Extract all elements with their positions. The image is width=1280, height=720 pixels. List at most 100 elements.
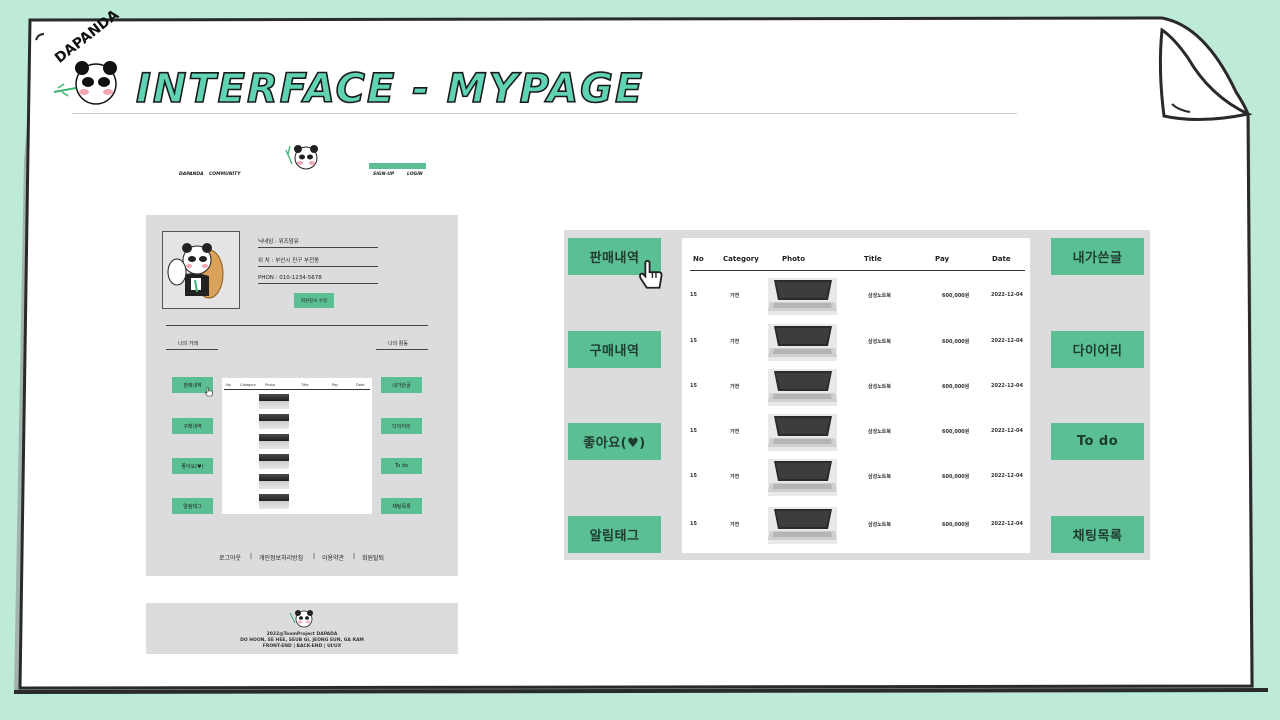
- mini-header-photo: Photo: [265, 383, 275, 387]
- hand-cursor-icon: [639, 259, 663, 289]
- chat-list-button[interactable]: 채팅목록: [1051, 516, 1144, 553]
- likes-button[interactable]: 좋아요(♥): [568, 423, 661, 460]
- laptop-photo-thumbnail[interactable]: [768, 507, 837, 544]
- mini-row-thumb: [259, 474, 289, 489]
- mini-my-posts-button[interactable]: 내가쓴글: [381, 377, 422, 393]
- footer-logout-link[interactable]: 로그아웃: [219, 553, 241, 562]
- edit-profile-button[interactable]: 회원정보 수정: [294, 293, 334, 308]
- diary-button[interactable]: 다이어리: [1051, 331, 1144, 368]
- mini-header-date: Date: [356, 383, 365, 387]
- purchase-history-button[interactable]: 구매내역: [568, 331, 661, 368]
- row-date: 2022-12-04: [991, 428, 1023, 434]
- mini-header-line: [224, 389, 370, 390]
- profile-address: 위 치 : 부산시 진구 부전동: [258, 256, 378, 267]
- row-category: 가전: [730, 474, 740, 480]
- mini-row-thumb: [259, 434, 289, 449]
- my-posts-button[interactable]: 내가쓴글: [1051, 238, 1144, 275]
- row-no: 15: [690, 521, 697, 527]
- header-date: Date: [992, 255, 1011, 263]
- section-divider: [166, 325, 428, 326]
- header-category: Category: [723, 255, 759, 263]
- row-category: 가전: [730, 384, 740, 390]
- row-title: 삼성노트북: [868, 522, 892, 528]
- nav-login[interactable]: LOGIN: [407, 172, 423, 177]
- mini-header-title: Title: [301, 383, 309, 387]
- header-pay: Pay: [935, 255, 950, 263]
- header-photo: Photo: [782, 255, 806, 263]
- mockup-panda-logo: [285, 145, 318, 170]
- laptop-photo-thumbnail[interactable]: [768, 278, 837, 315]
- mini-chat-list-button[interactable]: 채팅목록: [381, 498, 422, 514]
- row-no: 15: [690, 292, 697, 298]
- row-category: 가전: [730, 339, 740, 345]
- row-no: 15: [690, 473, 697, 479]
- row-date: 2022-12-04: [991, 383, 1023, 389]
- profile-nickname: 닉네임 : 위즈덤유: [258, 237, 378, 248]
- section-my-trades: 나의 거래: [166, 340, 218, 350]
- nav-signup[interactable]: SIGN-UP: [373, 172, 394, 177]
- footer-team-names: DO HOON, SE HEE, SEUB GI, JEONG EUN, GA …: [240, 638, 364, 643]
- row-no: 15: [690, 428, 697, 434]
- row-pay: 600,000원: [942, 522, 970, 528]
- footer-separator: |: [353, 553, 356, 560]
- row-title: 삼성노트북: [868, 339, 892, 345]
- row-date: 2022-12-04: [991, 338, 1023, 344]
- footer-terms-link[interactable]: 이용약관: [322, 553, 344, 562]
- footer-copyright: 2022@TeamProject DAPADA: [266, 632, 338, 637]
- row-date: 2022-12-04: [991, 292, 1023, 298]
- nav-dapanda[interactable]: DAPANDA: [179, 172, 204, 177]
- mini-diary-button[interactable]: 다이어리: [381, 418, 422, 434]
- row-pay: 600,000원: [942, 429, 970, 435]
- row-pay: 600,000원: [942, 384, 970, 390]
- section-my-activity: 나의 활동: [376, 340, 428, 350]
- row-date: 2022-12-04: [991, 521, 1023, 527]
- footer-separator: |: [313, 553, 316, 560]
- footer-separator: |: [250, 553, 253, 560]
- title-underline: [72, 113, 1017, 114]
- row-pay: 600,000원: [942, 474, 970, 480]
- header-title: Title: [864, 255, 882, 263]
- footer-withdraw-link[interactable]: 회원탈퇴: [362, 553, 384, 562]
- mini-row-thumb: [259, 454, 289, 469]
- mini-row-thumb: [259, 414, 289, 429]
- mini-trade-table: [222, 378, 372, 514]
- nav-community[interactable]: COMMUNITY: [209, 172, 241, 177]
- mini-likes-button[interactable]: 좋아요(♥): [172, 458, 213, 474]
- mini-todo-button[interactable]: To do: [381, 458, 422, 474]
- footer-panda-logo: [289, 610, 313, 628]
- mini-header-pay: Pay: [332, 383, 339, 387]
- row-pay: 600,000원: [942, 293, 970, 299]
- row-no: 15: [690, 338, 697, 344]
- mini-purchase-button[interactable]: 구매내역: [172, 418, 213, 434]
- alert-tag-button[interactable]: 알림태그: [568, 516, 661, 553]
- row-no: 15: [690, 383, 697, 389]
- row-pay: 600,000원: [942, 339, 970, 345]
- mini-alert-tag-button[interactable]: 알림태그: [172, 498, 213, 514]
- mini-row-thumb: [259, 494, 289, 509]
- profile-photo: [162, 231, 240, 309]
- mini-header-no: No: [226, 383, 231, 387]
- detail-trade-table: [682, 238, 1030, 553]
- profile-panda-icon: [167, 243, 224, 299]
- row-title: 삼성노트북: [868, 474, 892, 480]
- todo-button[interactable]: To do: [1051, 423, 1144, 460]
- laptop-photo-thumbnail[interactable]: [768, 324, 837, 361]
- laptop-photo-thumbnail[interactable]: [768, 414, 837, 451]
- footer-roles: FRONT-END | BACK-END | UI/UX: [262, 644, 342, 649]
- signup-highlight: [369, 163, 426, 169]
- row-title: 삼성노트북: [868, 293, 892, 299]
- row-title: 삼성노트북: [868, 429, 892, 435]
- mini-row-thumb: [259, 394, 289, 409]
- footer-privacy-link[interactable]: 개인정보처리방침: [259, 553, 303, 562]
- laptop-photo-thumbnail[interactable]: [768, 459, 837, 496]
- row-title: 삼성노트북: [868, 384, 892, 390]
- row-date: 2022-12-04: [991, 473, 1023, 479]
- table-header-line: [690, 270, 1025, 271]
- row-category: 가전: [730, 522, 740, 528]
- header-no: No: [693, 255, 704, 263]
- profile-phone: PHON : 010-1234-5678: [258, 275, 378, 284]
- row-category: 가전: [730, 293, 740, 299]
- laptop-photo-thumbnail[interactable]: [768, 369, 837, 406]
- mini-hand-cursor-icon: [205, 387, 213, 397]
- row-category: 가전: [730, 429, 740, 435]
